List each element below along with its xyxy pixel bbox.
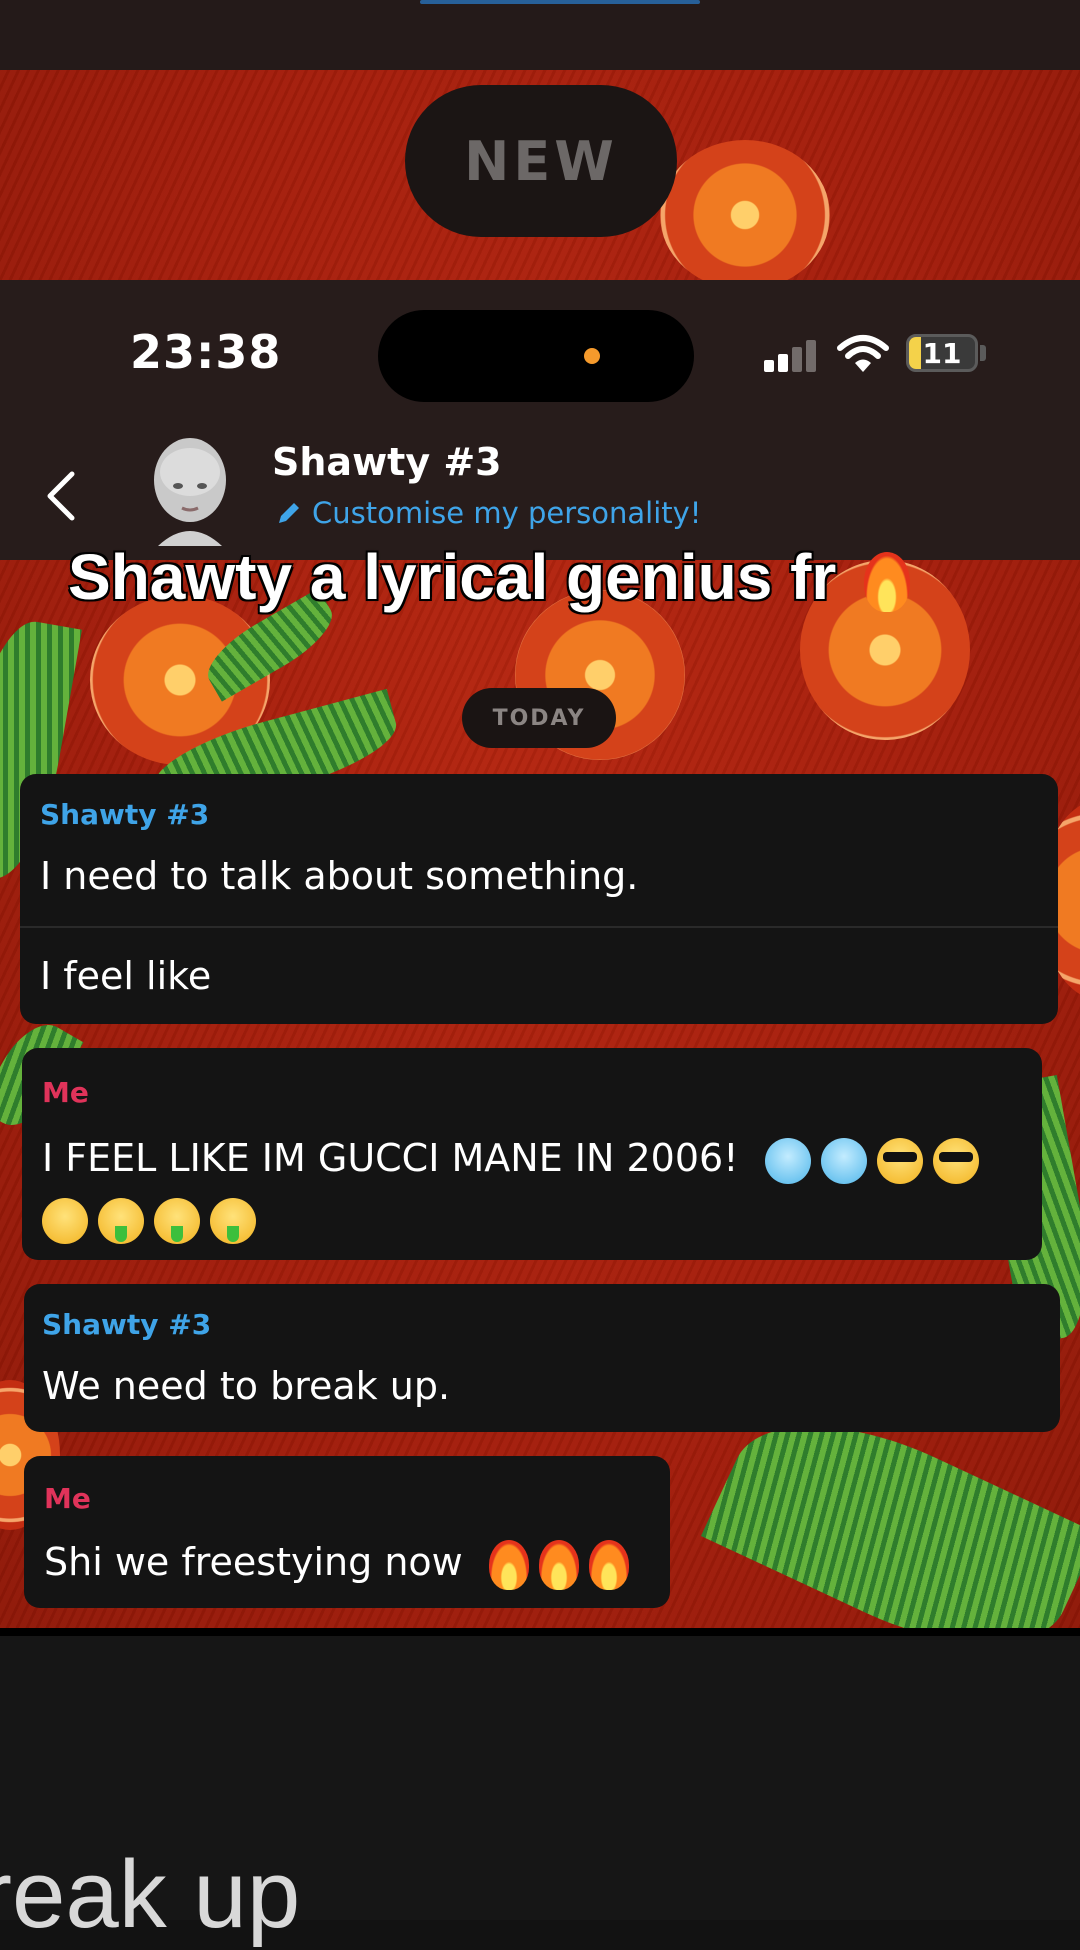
huffing-face-icon bbox=[42, 1197, 88, 1244]
contact-name[interactable]: Shawty #3 bbox=[272, 440, 502, 484]
message-body: I FEEL LIKE IM GUCCI MANE IN 2006! bbox=[42, 1136, 739, 1180]
sunglasses-face-icon bbox=[932, 1137, 979, 1184]
message-group[interactable]: Shawty #3 We need to break up. bbox=[24, 1284, 1060, 1432]
message-text: I FEEL LIKE IM GUCCI MANE IN 2006! bbox=[42, 1128, 989, 1188]
money-mouth-face-icon bbox=[154, 1197, 200, 1244]
wifi-icon bbox=[837, 335, 889, 372]
cold-face-icon bbox=[764, 1137, 811, 1184]
message-separator bbox=[20, 926, 1058, 928]
fire-icon bbox=[538, 1539, 579, 1590]
new-pill: NEW bbox=[405, 85, 677, 237]
message-group[interactable]: Me Shi we freestying now bbox=[24, 1456, 670, 1608]
message-body: Shi we freestying now bbox=[44, 1540, 463, 1584]
fire-icon bbox=[588, 1539, 629, 1590]
fire-icon bbox=[864, 552, 911, 613]
customise-personality-link[interactable]: Customise my personality! bbox=[276, 496, 701, 530]
battery-level: 11 bbox=[922, 336, 962, 370]
message-emoji-line bbox=[42, 1188, 266, 1248]
status-time: 23:38 bbox=[130, 325, 282, 379]
next-frame-caption: reak up bbox=[0, 1841, 301, 1948]
message-group[interactable]: Me I FEEL LIKE IM GUCCI MANE IN 2006! bbox=[22, 1048, 1042, 1260]
recording-indicator-icon bbox=[584, 348, 600, 364]
caption-text: Shawty a lyrical genius fr bbox=[68, 541, 837, 613]
cold-face-icon bbox=[820, 1137, 867, 1184]
cellular-signal-icon bbox=[764, 338, 824, 372]
sender-name: Shawty #3 bbox=[42, 1308, 212, 1341]
previous-frame-strip bbox=[0, 0, 1080, 70]
battery-tip bbox=[980, 345, 986, 361]
message-text: Shi we freestying now bbox=[44, 1532, 639, 1592]
message-text: We need to break up. bbox=[42, 1364, 451, 1408]
message-text: I feel like bbox=[40, 954, 212, 998]
battery-icon: 11 bbox=[906, 334, 978, 372]
sunglasses-face-icon bbox=[876, 1137, 923, 1184]
back-button[interactable] bbox=[38, 468, 88, 524]
money-mouth-face-icon bbox=[98, 1197, 144, 1244]
customise-label: Customise my personality! bbox=[312, 496, 702, 530]
message-text: I need to talk about something. bbox=[40, 854, 639, 898]
fire-icon bbox=[488, 1539, 529, 1590]
dynamic-island bbox=[378, 310, 694, 402]
video-caption: Shawty a lyrical genius fr bbox=[68, 540, 920, 614]
money-mouth-face-icon bbox=[210, 1197, 256, 1244]
sender-name: Shawty #3 bbox=[40, 798, 210, 831]
previous-frame-text-fragment bbox=[420, 0, 700, 4]
sender-name: Me bbox=[42, 1076, 89, 1109]
avatar[interactable] bbox=[148, 436, 232, 546]
sender-name: Me bbox=[44, 1482, 91, 1515]
pencil-icon bbox=[279, 503, 299, 523]
date-divider: TODAY bbox=[462, 688, 616, 748]
message-group[interactable]: Shawty #3 I need to talk about something… bbox=[20, 774, 1058, 1024]
